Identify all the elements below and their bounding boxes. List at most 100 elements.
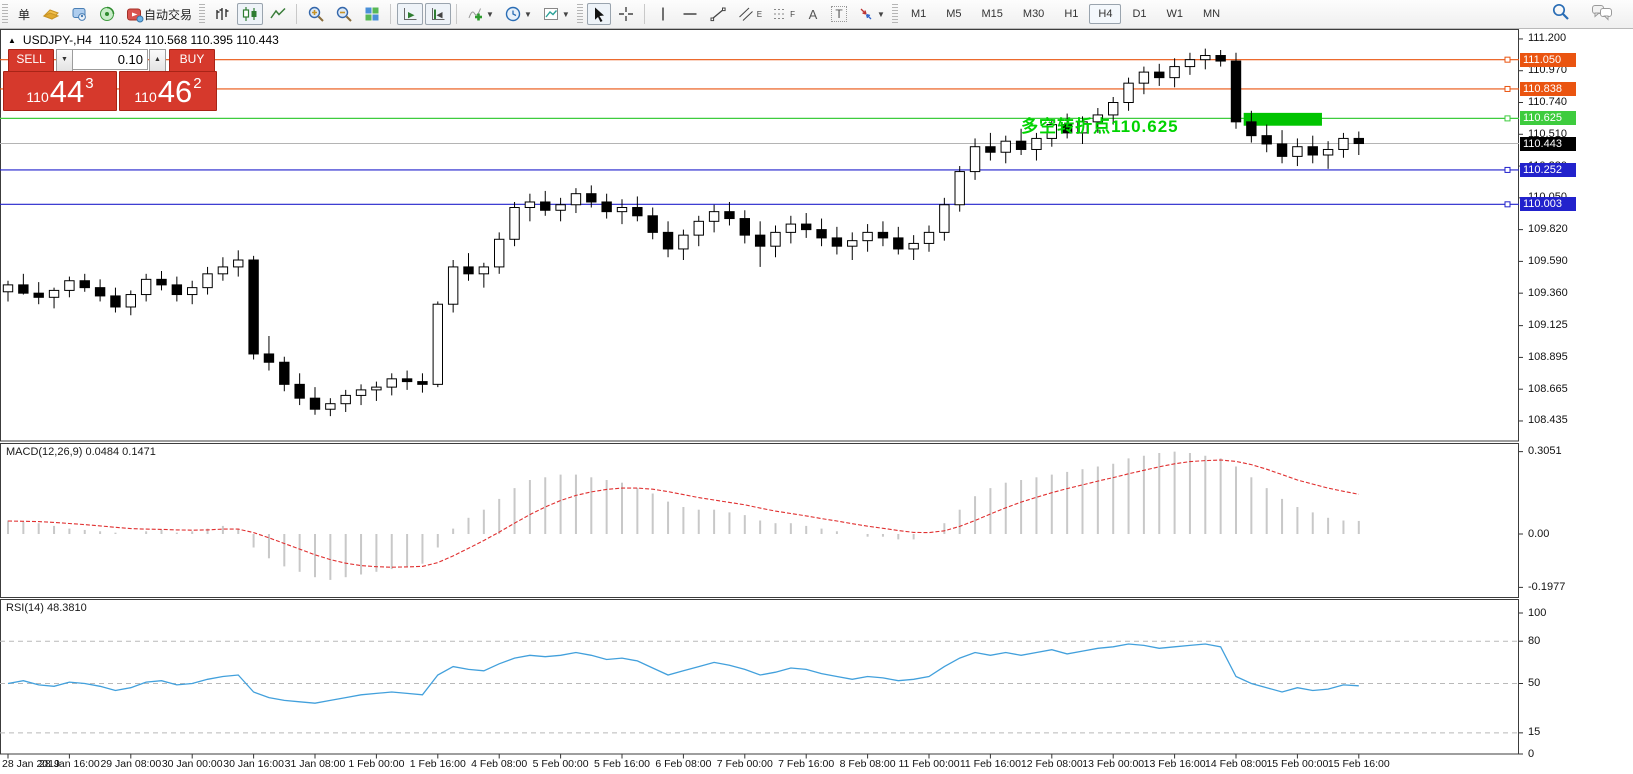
fibonacci-button[interactable]: F: [768, 3, 799, 25]
price-badge: 110.443: [1520, 137, 1576, 151]
cursor-button[interactable]: [587, 3, 611, 25]
channel-e-label: E: [757, 10, 762, 19]
candle-body: [663, 232, 672, 249]
auto-trading-button[interactable]: 自动交易: [122, 3, 196, 25]
channel-button[interactable]: E: [733, 3, 766, 25]
candle-body: [1262, 136, 1271, 144]
candle-body: [617, 208, 626, 212]
candle-body: [1308, 147, 1317, 155]
text-button[interactable]: A: [801, 3, 825, 25]
timeframe-h1-button[interactable]: H1: [1055, 4, 1087, 24]
dropdown-caret-icon: ▼: [877, 10, 885, 19]
text-a-label: A: [809, 7, 818, 22]
periods-button[interactable]: ▼: [500, 3, 536, 25]
sell-button[interactable]: SELL: [8, 49, 54, 72]
price-badge: 110.252: [1520, 163, 1576, 177]
auto-scroll-button[interactable]: [397, 3, 423, 25]
time-axis-label: 11 Feb 00:00: [898, 758, 959, 770]
timeframe-w1-button[interactable]: W1: [1158, 4, 1193, 24]
rsi-tick-label: 100: [1528, 607, 1546, 619]
line-handle[interactable]: [1505, 86, 1510, 91]
timeframe-h4-button[interactable]: H4: [1089, 4, 1121, 24]
line-handle[interactable]: [1505, 167, 1510, 172]
trendline-button[interactable]: [705, 3, 731, 25]
text-label-button[interactable]: T: [827, 3, 851, 25]
new-order-label: 单: [18, 6, 30, 23]
timeframe-m5-button[interactable]: M5: [937, 4, 970, 24]
timeframe-group: M1M5M15M30H1H4D1W1MN: [901, 4, 1230, 24]
gold-icon-button[interactable]: [38, 3, 64, 25]
line-handle[interactable]: [1505, 202, 1510, 207]
lot-size-input[interactable]: [72, 49, 148, 70]
candlestick-chart-button[interactable]: [237, 3, 263, 25]
candle-body: [1170, 67, 1179, 78]
search-icon[interactable]: [1551, 2, 1571, 27]
timeframe-m1-button[interactable]: M1: [902, 4, 935, 24]
auto-trading-label: 自动交易: [144, 6, 192, 23]
lot-decrease-button[interactable]: ▼: [56, 49, 73, 72]
candle-body: [310, 398, 319, 409]
chart-canvas[interactable]: [0, 29, 1633, 774]
toolbar-grip[interactable]: [199, 4, 205, 24]
toolbar-grip[interactable]: [2, 4, 8, 24]
candle-body: [802, 224, 811, 230]
macd-tick-label: 0.00: [1528, 528, 1549, 540]
chart-annotation-text[interactable]: 多空转折点110.625: [1021, 112, 1179, 137]
candle-body: [34, 293, 43, 297]
buy-button[interactable]: BUY: [169, 49, 215, 72]
price-tick-label: 109.125: [1528, 319, 1568, 331]
crosshair-button[interactable]: [613, 3, 639, 25]
tile-windows-button[interactable]: [359, 3, 385, 25]
vertical-line-button[interactable]: [651, 3, 675, 25]
chart-shift-icon: [429, 5, 447, 23]
candle-body: [418, 382, 427, 385]
rsi-panel[interactable]: [1, 600, 1519, 755]
horizontal-line-button[interactable]: [677, 3, 703, 25]
line-chart-button[interactable]: [265, 3, 291, 25]
candle-body: [141, 279, 150, 294]
line-handle[interactable]: [1505, 57, 1510, 62]
price-tick-label: 108.665: [1528, 383, 1568, 395]
candle-body: [356, 390, 365, 396]
toolbar-separator: [390, 4, 392, 24]
chart-shift-button[interactable]: [425, 3, 451, 25]
timeframe-d1-button[interactable]: D1: [1123, 4, 1155, 24]
timeframe-m15-button[interactable]: M15: [973, 4, 1012, 24]
dropdown-caret-icon: ▼: [524, 10, 532, 19]
buy-price-box[interactable]: 110 46 2: [119, 71, 217, 111]
trendline-icon: [709, 5, 727, 23]
candle-body: [725, 212, 734, 219]
chart-window[interactable]: ▲ USDJPY-,H4 110.524 110.568 110.395 110…: [0, 29, 1633, 774]
signals-icon-button[interactable]: [94, 3, 120, 25]
toolbar-grip[interactable]: [892, 4, 898, 24]
candle-body: [80, 281, 89, 288]
navigator-icon-button[interactable]: [66, 3, 92, 25]
bar-chart-button[interactable]: [209, 3, 235, 25]
templates-button[interactable]: ▼: [538, 3, 574, 25]
candle-body: [479, 267, 488, 274]
candle-body: [19, 285, 28, 293]
chat-icon[interactable]: [1591, 3, 1613, 26]
timeframe-m30-button[interactable]: M30: [1014, 4, 1053, 24]
new-order-button[interactable]: 单: [12, 3, 36, 25]
toolbar-grip[interactable]: [577, 4, 583, 24]
candle-body: [433, 304, 442, 384]
zoom-out-button[interactable]: [331, 3, 357, 25]
lot-increase-button[interactable]: ▲: [149, 49, 166, 72]
price-badge: 111.050: [1520, 53, 1576, 67]
line-handle[interactable]: [1505, 116, 1510, 121]
price-badge: 110.838: [1520, 82, 1576, 96]
timeframe-mn-button[interactable]: MN: [1194, 4, 1229, 24]
symbol-period-label: USDJPY-,H4: [23, 33, 92, 47]
indicators-button[interactable]: ▼: [463, 3, 498, 25]
arrows-button[interactable]: ▼: [853, 3, 889, 25]
time-axis-label: 15 Feb 16:00: [1328, 758, 1390, 770]
sell-price-box[interactable]: 110 44 3: [3, 71, 117, 111]
zoom-in-button[interactable]: [303, 3, 329, 25]
sell-price-big: 44: [50, 76, 84, 107]
candle-body: [448, 267, 457, 304]
candle-body: [203, 274, 212, 288]
collapse-arrow-icon[interactable]: ▲: [8, 36, 16, 45]
macd-tick-label: -0.1977: [1528, 581, 1565, 593]
price-badge: 110.003: [1520, 197, 1576, 211]
